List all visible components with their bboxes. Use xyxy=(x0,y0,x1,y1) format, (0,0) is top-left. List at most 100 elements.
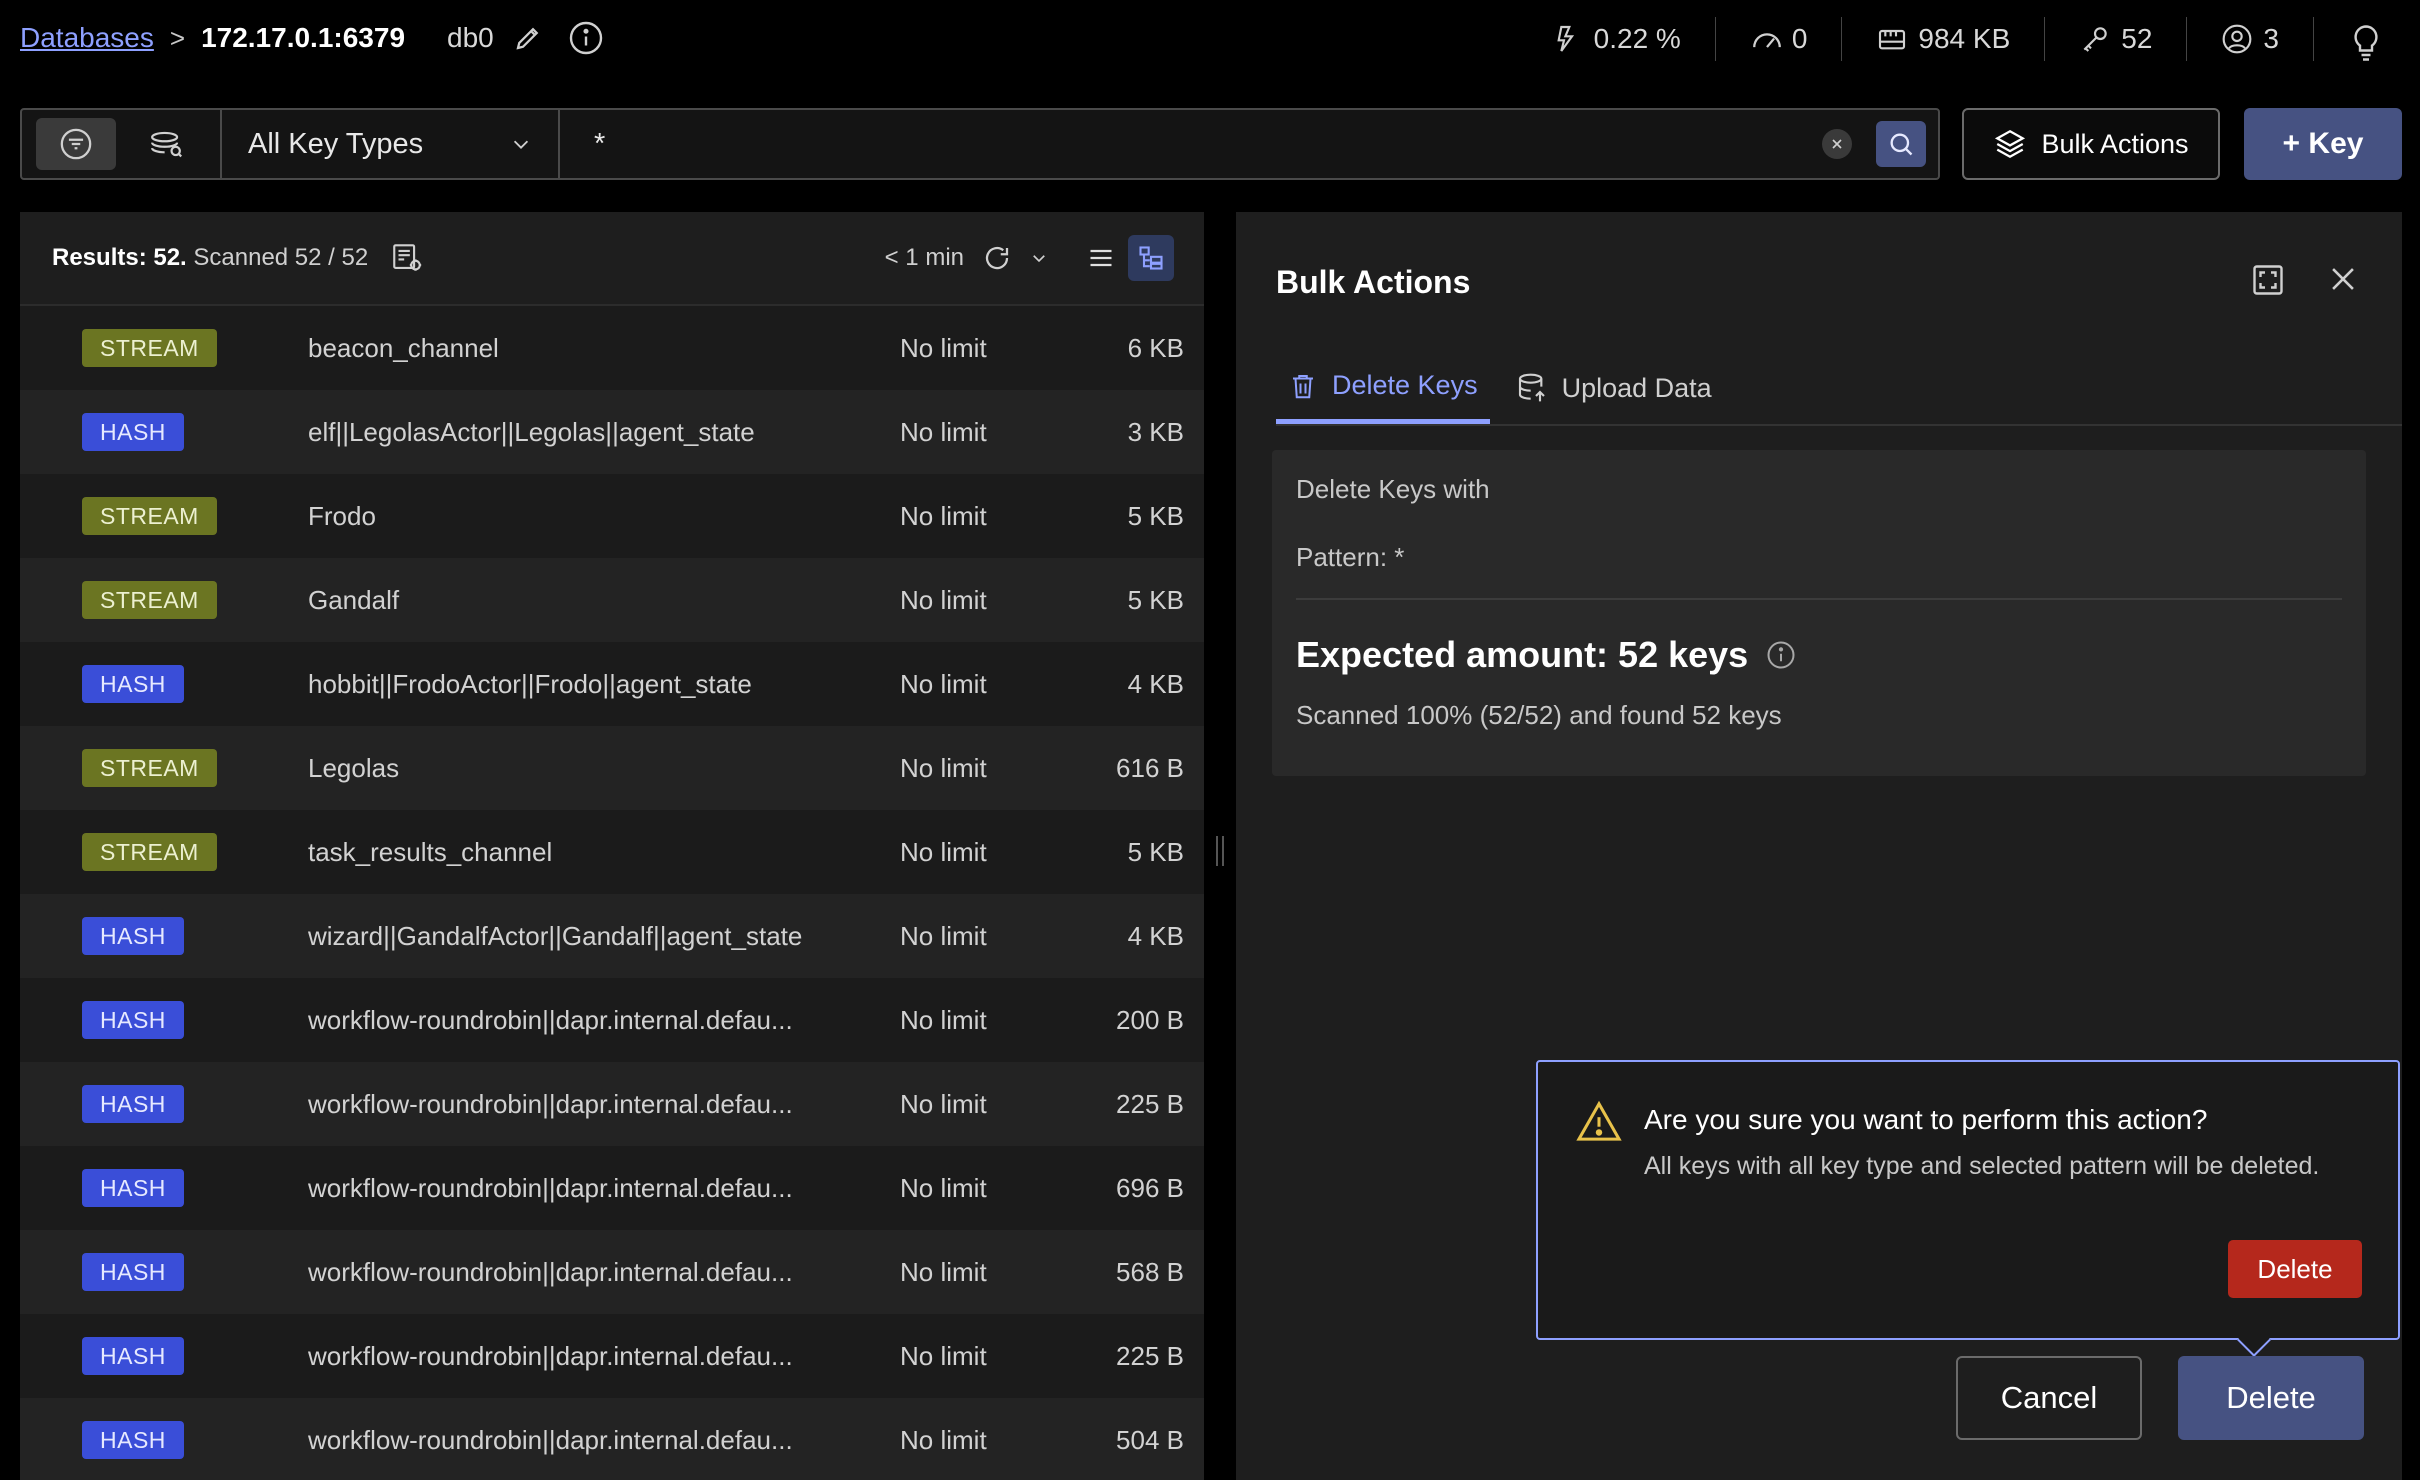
trash-icon xyxy=(1293,374,1313,398)
key-ttl: No limit xyxy=(900,332,987,363)
add-key-button[interactable]: + Key xyxy=(2244,108,2402,180)
key-list-header: Results: 52. Scanned 52 / 52 < 1 min xyxy=(20,212,1204,306)
key-row[interactable]: HASH workflow-roundrobin||dapr.internal.d… xyxy=(20,1062,1204,1146)
key-type-select[interactable]: All Key Types xyxy=(222,110,560,178)
key-row[interactable]: HASH workflow-roundrobin||dapr.internal.d… xyxy=(20,978,1204,1062)
cpu-icon xyxy=(1552,23,1584,55)
lightbulb-icon[interactable] xyxy=(2348,23,2380,61)
layers-search-icon xyxy=(151,131,183,158)
confirm-delete-button[interactable]: Delete xyxy=(2228,1240,2362,1298)
db-stats: 0.22 % 0 984 KB 52 3 xyxy=(1518,14,2380,64)
scanned-count: Scanned 52 / 52 xyxy=(193,244,369,271)
confirm-question: Are you sure you want to perform this ac… xyxy=(1644,1104,2208,1135)
pattern-label: Pattern: * xyxy=(1296,542,1405,572)
layers-icon xyxy=(1995,129,2026,159)
filter-bar: All Key Types * xyxy=(20,108,1940,180)
key-row[interactable]: HASH workflow-roundrobin||dapr.internal.d… xyxy=(20,1146,1204,1230)
key-row[interactable]: HASH workflow-roundrobin||dapr.internal.d… xyxy=(20,1230,1204,1314)
keys-stat: 52 xyxy=(2044,17,2186,61)
filter-mode-button[interactable] xyxy=(36,118,116,170)
search-button[interactable] xyxy=(1876,121,1926,167)
confirm-description: All keys with all key type and selected … xyxy=(1644,1152,2320,1180)
key-type-badge: HASH xyxy=(82,413,184,451)
key-name: workflow-roundrobin||dapr.internal.defau… xyxy=(308,1088,793,1119)
clients-stat: 3 xyxy=(2186,17,2313,61)
key-row[interactable]: STREAM beacon_channel No limit 6 KB xyxy=(20,306,1204,390)
delete-button[interactable]: Delete xyxy=(2178,1356,2364,1440)
key-size: 616 B xyxy=(1116,752,1184,783)
key-name: beacon_channel xyxy=(308,332,499,363)
key-type-cell: STREAM xyxy=(20,749,308,787)
clear-search-button[interactable] xyxy=(1822,129,1852,159)
databases-link[interactable]: Databases xyxy=(20,22,154,54)
key-name: hobbit||FrodoActor||Frodo||agent_state xyxy=(308,668,752,699)
key-row[interactable]: STREAM Gandalf No limit 5 KB xyxy=(20,558,1204,642)
key-type-cell: HASH xyxy=(20,1169,308,1207)
key-name: wizard||GandalfActor||Gandalf||agent_sta… xyxy=(308,920,803,951)
expected-amount-text: Expected amount: 52 keys xyxy=(1296,634,1749,675)
key-name: task_results_channel xyxy=(308,836,553,867)
bulk-actions-tabs: Delete Keys Upload Data xyxy=(1276,352,2402,426)
key-type-badge: HASH xyxy=(82,1169,184,1207)
key-name: workflow-roundrobin||dapr.internal.defau… xyxy=(308,1340,793,1371)
key-ttl: No limit xyxy=(900,668,987,699)
key-rows: STREAM beacon_channel No limit 6 KB HASH elf|… xyxy=(20,306,1204,1480)
key-row[interactable]: HASH wizard||GandalfActor||Gandalf||agent… xyxy=(20,894,1204,978)
database-host: 172.17.0.1:6379 xyxy=(201,22,406,53)
delete-summary-card: Delete Keys with Pattern: * Expected amo… xyxy=(1272,450,2366,776)
key-row[interactable]: HASH workflow-roundrobin||dapr.internal.d… xyxy=(20,1314,1204,1398)
auto-refresh-chevron-down-icon[interactable] xyxy=(1030,249,1048,267)
bulk-actions-title: Bulk Actions xyxy=(1276,264,1471,300)
key-size: 504 B xyxy=(1116,1424,1184,1455)
key-row[interactable]: STREAM task_results_channel No limit 5 KB xyxy=(20,810,1204,894)
key-ttl: No limit xyxy=(900,584,987,615)
bulk-actions-button[interactable]: Bulk Actions xyxy=(1962,108,2220,180)
key-type-badge: HASH xyxy=(82,917,184,955)
list-view-button[interactable] xyxy=(1078,235,1124,281)
insights-stat[interactable] xyxy=(2313,17,2380,61)
pattern-search-input[interactable]: * xyxy=(560,110,1822,178)
key-type-cell: HASH xyxy=(20,1253,308,1291)
warning-icon xyxy=(1576,1100,1622,1142)
key-type-badge: HASH xyxy=(82,1085,184,1123)
key-size: 5 KB xyxy=(1127,836,1184,867)
key-type-cell: HASH xyxy=(20,917,308,955)
key-type-cell: STREAM xyxy=(20,329,308,367)
cpu-value: 0.22 % xyxy=(1593,23,1681,54)
key-type-badge: HASH xyxy=(82,1253,184,1291)
tree-view-icon xyxy=(1139,246,1163,270)
fullscreen-icon[interactable] xyxy=(2250,262,2286,298)
key-row[interactable]: HASH workflow-roundrobin||dapr.internal.d… xyxy=(20,1398,1204,1480)
key-ttl: No limit xyxy=(900,920,987,951)
info-icon[interactable] xyxy=(1766,640,1796,670)
scan-settings-icon[interactable] xyxy=(390,241,424,275)
key-row[interactable]: STREAM Legolas No limit 616 B xyxy=(20,726,1204,810)
view-toggle xyxy=(1078,235,1174,281)
key-name: elf||LegolasActor||Legolas||agent_state xyxy=(308,416,755,447)
close-icon xyxy=(1832,139,1842,149)
key-size: 568 B xyxy=(1116,1256,1184,1287)
tab-delete-keys[interactable]: Delete Keys xyxy=(1276,352,1490,424)
tab-upload-data[interactable]: Upload Data xyxy=(1504,352,1724,424)
key-ttl: No limit xyxy=(900,836,987,867)
close-panel-icon[interactable] xyxy=(2326,262,2362,298)
panel-resize-handle[interactable] xyxy=(1216,836,1224,866)
database-upload-icon xyxy=(1518,373,1545,402)
key-type-badge: STREAM xyxy=(82,833,217,871)
key-type-cell: HASH xyxy=(20,1421,308,1459)
edit-db-pencil-icon[interactable] xyxy=(510,20,546,56)
chevron-down-icon xyxy=(513,140,529,149)
info-icon[interactable] xyxy=(568,20,604,56)
key-type-cell: HASH xyxy=(20,413,308,451)
tree-view-button[interactable] xyxy=(1128,235,1174,281)
key-size: 3 KB xyxy=(1127,416,1184,447)
top-header: Databases > 172.17.0.1:6379 db0 0.22 % 0 xyxy=(0,0,2420,78)
key-ttl: No limit xyxy=(900,1088,987,1119)
key-row[interactable]: STREAM Frodo No limit 5 KB xyxy=(20,474,1204,558)
refresh-icon[interactable] xyxy=(982,243,1012,273)
vector-search-mode-button[interactable] xyxy=(126,118,206,170)
keys-value: 52 xyxy=(2121,23,2153,54)
cancel-button[interactable]: Cancel xyxy=(1956,1356,2142,1440)
key-row[interactable]: HASH elf||LegolasActor||Legolas||agent_st… xyxy=(20,390,1204,474)
key-row[interactable]: HASH hobbit||FrodoActor||Frodo||agent_sta… xyxy=(20,642,1204,726)
